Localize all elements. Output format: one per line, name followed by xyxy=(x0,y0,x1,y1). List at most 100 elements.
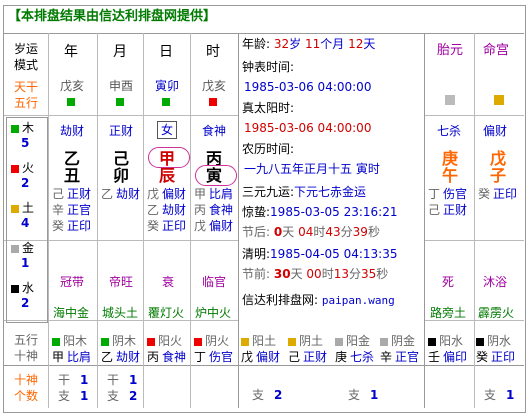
taiyuan-gan: 庚 xyxy=(442,149,459,168)
wuxing-color-square xyxy=(288,337,296,346)
site-link[interactable]: paipan.wang xyxy=(322,294,395,307)
pillar-shishen: 正财 xyxy=(109,124,134,138)
wuxing-color-square xyxy=(241,337,249,346)
stem-shishen: 正印 xyxy=(491,350,516,364)
age-row: 年龄: 32岁 11个月 12天 xyxy=(242,37,376,51)
wuxing-name: 土 xyxy=(22,201,35,215)
wuxing-line: 阴木 xyxy=(101,333,140,349)
pillar-nayin: 海中金 xyxy=(53,306,90,320)
taiyuan-canggan: 丁伤官己正财 xyxy=(428,186,467,218)
pillar-wuxing-shishen: 阳木甲比肩 xyxy=(52,333,91,365)
wuxing-line: 阳木 xyxy=(52,333,91,349)
count-gan-label: 干 xyxy=(58,373,71,387)
count-gan-label: 干 xyxy=(107,373,120,387)
minggong-state: 沐浴 xyxy=(483,275,508,289)
extra-wuxing-cell: 阳土戊偏财 xyxy=(241,333,280,365)
info-panel: 年龄: 32岁 11个月 12天 钟表时间: 1985-03-06 04:00:… xyxy=(242,38,422,314)
canggan-stem: 丁 xyxy=(428,187,441,201)
canggan-shishen: 正印 xyxy=(162,219,187,233)
count-zhi-value: 1 xyxy=(506,388,515,402)
stem-shishen: 食神 xyxy=(162,350,187,364)
stem-shishen: 劫财 xyxy=(116,350,141,364)
pillar-shishen: 劫财 xyxy=(60,124,85,138)
canggan-shishen: 正印 xyxy=(493,187,518,201)
count-gan-row: 干1 xyxy=(58,372,88,388)
wuxing-yinyang: 阳木 xyxy=(63,334,88,348)
stem-shishen: 偏财 xyxy=(256,350,281,364)
canggan-row: 己正财 xyxy=(52,186,91,202)
canggan-shishen: 正印 xyxy=(67,219,92,233)
site-row: 信达利排盘网: paipan.wang xyxy=(242,293,395,307)
stem-char: 丁 xyxy=(194,350,207,364)
canggan-stem: 癸 xyxy=(478,187,491,201)
pillar-changsheng: 衰 xyxy=(162,275,175,289)
canggan-stem: 乙 xyxy=(147,203,160,217)
jingzhe-row: 惊蛰:1985-03-05 23:16:21 xyxy=(242,205,398,219)
pillar-kongwang: 戊亥 xyxy=(60,79,85,93)
pillar-dizhi: 辰 xyxy=(159,166,176,185)
canggan-shishen: 比肩 xyxy=(209,187,234,201)
canggan-stem: 戊 xyxy=(147,187,160,201)
wuxing-yinyang: 阴木 xyxy=(112,334,137,348)
minggong-canggan: 癸正印 xyxy=(478,186,517,202)
count-zhi-value: 1 xyxy=(80,389,89,403)
canggan-row: 戊偏财 xyxy=(194,218,233,234)
wuxing-line: 阴金 xyxy=(380,333,419,349)
before-jieqi-row: 节前: 30天 00时13分35秒 xyxy=(242,267,389,281)
canggan-shishen: 劫财 xyxy=(116,187,141,201)
canggan-shishen: 食神 xyxy=(209,203,234,217)
count-zhi-label: 支 xyxy=(58,389,71,403)
extra-count-cell: 支1 xyxy=(484,389,514,401)
wuxing-color-square xyxy=(11,124,19,133)
pillar-wuxing-shishen: 阴火丁伤官 xyxy=(194,333,233,365)
pillar-nayin: 炉中火 xyxy=(195,306,232,320)
wuxing-yinyang: 阴土 xyxy=(299,334,324,348)
wuxing-yinyang: 阴金 xyxy=(391,334,416,348)
canggan-shishen: 正财 xyxy=(443,203,468,217)
label-yun-mode: 岁运模式 xyxy=(14,42,39,72)
pillar-dizhi: 卯 xyxy=(113,166,130,185)
pillar-kongwang: 戊亥 xyxy=(202,79,227,93)
stem-char: 庚 xyxy=(335,350,348,364)
count-zhi-label: 支 xyxy=(252,388,265,402)
solar-time-value: 1985-03-06 04:00:00 xyxy=(244,121,372,135)
canggan-row: 丙食神 xyxy=(194,202,233,218)
canggan-row: 甲比肩 xyxy=(194,186,233,202)
count-gan-row: 干1 xyxy=(107,372,137,388)
canggan-shishen: 正官 xyxy=(67,203,92,217)
lunar-time-label: 农历时间: xyxy=(242,142,295,156)
canggan-row: 丁伤官 xyxy=(428,186,467,202)
minggong-header: 命宫 xyxy=(483,43,510,58)
pillar-wuxing-shishen: 阴木乙劫财 xyxy=(101,333,140,365)
pillar-kongwang: 寅卯 xyxy=(155,79,180,93)
shishen-line: 甲比肩 xyxy=(52,349,91,365)
canggan-row: 癸正印 xyxy=(147,218,186,234)
stem-shishen: 正官 xyxy=(395,350,420,364)
pillar-color-marker xyxy=(162,98,170,106)
wuxing-3: 金1 xyxy=(11,242,34,269)
count-zhi-value: 2 xyxy=(274,388,283,402)
pillar-3: 时戊亥 食神丙寅甲比肩丙食神戊偏财 临官 炉中火 阴火丁伤官 xyxy=(192,33,238,408)
wuxing-count: 5 xyxy=(21,136,30,150)
wuxing-count: 4 xyxy=(21,216,30,230)
pillar-header: 年 xyxy=(64,44,78,60)
wuxing-2: 土4 xyxy=(11,202,34,229)
pillar-2: 日寅卯女甲辰戊偏财乙劫财癸正印衰覆灯火 阳火丙食神 xyxy=(145,33,191,408)
pillar-nayin: 覆灯火 xyxy=(148,306,185,320)
count-zhi-row: 支1 xyxy=(58,388,88,404)
stem-char: 甲 xyxy=(52,350,65,364)
label-tiangan-wuxing: 天干五行 xyxy=(14,80,39,110)
canggan-row: 己正财 xyxy=(428,202,467,218)
canggan-row: 癸正印 xyxy=(52,218,91,234)
extra-wuxing-cell: 阴金辛正官 xyxy=(380,333,419,365)
canggan-row: 乙劫财 xyxy=(101,186,140,202)
wuxing-count: 2 xyxy=(21,296,30,310)
after-jieqi-row: 节后: 0天 04时43分39秒 xyxy=(242,225,380,239)
wuxing-yinyang: 阳水 xyxy=(439,334,464,348)
extra-wuxing-cell: 阴土己正财 xyxy=(288,333,327,365)
stem-shishen: 七杀 xyxy=(350,350,375,364)
stem-shishen: 伤官 xyxy=(209,350,234,364)
hour-zhi-highlight xyxy=(195,165,237,186)
canggan-stem: 丙 xyxy=(194,203,207,217)
wuxing-name: 水 xyxy=(22,281,35,295)
